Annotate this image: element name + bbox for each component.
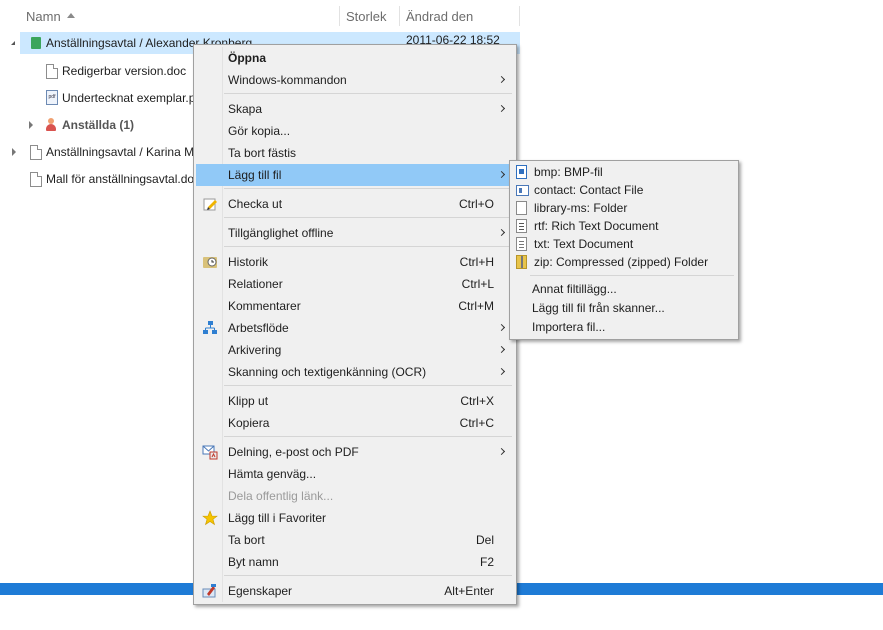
menu-item-offline[interactable]: Tillgänglighet offline xyxy=(196,222,514,244)
chevron-right-icon xyxy=(497,367,506,376)
expand-icon[interactable] xyxy=(29,121,33,129)
submenu-item-other-extension[interactable]: Annat filtillägg... xyxy=(512,280,736,298)
column-name-label: Namn xyxy=(26,9,61,24)
sort-ascending-icon xyxy=(66,13,75,19)
menu-item-checkout[interactable]: Checka ut Ctrl+O xyxy=(196,193,514,215)
menu-separator xyxy=(224,188,512,189)
submenu-item-txt[interactable]: txt: Text Document xyxy=(512,235,736,253)
submenu-item-rtf[interactable]: rtf: Rich Text Document xyxy=(512,217,736,235)
menu-item-copy[interactable]: Kopiera Ctrl+C xyxy=(196,412,514,434)
contact-card-icon xyxy=(516,185,529,196)
menu-separator xyxy=(224,575,512,576)
document-icon xyxy=(30,145,42,160)
menu-item-cut[interactable]: Klipp ut Ctrl+X xyxy=(196,390,514,412)
column-divider[interactable] xyxy=(519,6,520,26)
menu-item-delete[interactable]: Ta bort Del xyxy=(196,529,514,551)
menu-item-add-file[interactable]: Lägg till fil xyxy=(196,164,514,186)
add-file-submenu: bmp: BMP-fil contact: Contact File libra… xyxy=(509,160,739,340)
submenu-item-import-file[interactable]: Importera fil... xyxy=(512,318,736,336)
column-modified-label: Ändrad den xyxy=(406,9,474,24)
menu-item-scan-ocr[interactable]: Skanning och textigenkänning (OCR) xyxy=(196,361,514,383)
submenu-item-zip[interactable]: zip: Compressed (zipped) Folder xyxy=(512,253,736,271)
workflow-icon xyxy=(203,321,217,334)
menu-separator xyxy=(224,246,512,247)
properties-icon xyxy=(202,584,216,598)
row-name: Undertecknat exemplar.pdf xyxy=(62,91,206,105)
star-icon xyxy=(202,510,218,526)
context-menu: Öppna Windows-kommandon Skapa Gör kopia.… xyxy=(193,44,517,605)
column-divider[interactable] xyxy=(399,6,400,26)
menu-item-make-copy[interactable]: Gör kopia... xyxy=(196,120,514,142)
menu-item-add-favorites[interactable]: Lägg till i Favoriter xyxy=(196,507,514,529)
chevron-right-icon xyxy=(497,170,506,179)
row-name: Anställda (1) xyxy=(62,118,135,132)
submenu-item-add-from-scanner[interactable]: Lägg till fil från skanner... xyxy=(512,299,736,317)
chevron-right-icon xyxy=(497,447,506,456)
email-pdf-icon xyxy=(202,445,218,460)
document-folder-icon xyxy=(31,37,41,49)
menu-separator xyxy=(224,436,512,437)
menu-item-remove-pin[interactable]: Ta bort fästis xyxy=(196,142,514,164)
row-name: Mall för anställningsavtal.doc xyxy=(46,172,201,186)
column-size-label: Storlek xyxy=(346,9,387,24)
chevron-right-icon xyxy=(497,75,506,84)
text-document-icon xyxy=(516,237,527,251)
menu-item-open[interactable]: Öppna xyxy=(196,47,514,69)
column-name[interactable]: Namn xyxy=(26,0,75,33)
submenu-item-library[interactable]: library-ms: Folder xyxy=(512,199,736,217)
chevron-right-icon xyxy=(497,323,506,332)
collapse-icon[interactable] xyxy=(11,41,15,45)
chevron-right-icon xyxy=(497,228,506,237)
library-file-icon xyxy=(516,201,527,215)
menu-item-relations[interactable]: Relationer Ctrl+L xyxy=(196,273,514,295)
row-name: Redigerbar version.doc xyxy=(62,64,187,78)
menu-item-comments[interactable]: Kommentarer Ctrl+M xyxy=(196,295,514,317)
chevron-right-icon xyxy=(497,345,506,354)
menu-separator xyxy=(224,385,512,386)
pencil-icon xyxy=(203,198,217,211)
menu-item-windows-commands[interactable]: Windows-kommandon xyxy=(196,69,514,91)
submenu-item-bmp[interactable]: bmp: BMP-fil xyxy=(512,163,736,181)
menu-item-share[interactable]: Delning, e-post och PDF xyxy=(196,441,514,463)
pdf-icon: pdf xyxy=(46,90,58,105)
expand-icon[interactable] xyxy=(12,148,16,156)
document-icon xyxy=(30,172,42,187)
document-icon xyxy=(46,64,58,79)
menu-item-get-shortcut[interactable]: Hämta genväg... xyxy=(196,463,514,485)
submenu-item-contact[interactable]: contact: Contact File xyxy=(512,181,736,199)
column-size[interactable]: Storlek xyxy=(346,0,386,33)
menu-item-share-public-link[interactable]: Dela offentlig länk... xyxy=(196,485,514,507)
menu-separator xyxy=(224,217,512,218)
rtf-document-icon xyxy=(516,219,527,233)
column-divider[interactable] xyxy=(339,6,340,26)
person-icon xyxy=(45,118,57,131)
history-clock-icon xyxy=(203,257,217,268)
menu-separator xyxy=(224,93,512,94)
menu-separator xyxy=(530,275,734,276)
chevron-right-icon xyxy=(497,104,506,113)
menu-item-create[interactable]: Skapa xyxy=(196,98,514,120)
zip-folder-icon xyxy=(516,255,527,269)
bmp-file-icon xyxy=(516,165,527,179)
menu-item-archiving[interactable]: Arkivering xyxy=(196,339,514,361)
menu-item-workflow[interactable]: Arbetsflöde xyxy=(196,317,514,339)
menu-item-rename[interactable]: Byt namn F2 xyxy=(196,551,514,573)
menu-item-properties[interactable]: Egenskaper Alt+Enter xyxy=(196,580,514,602)
menu-item-history[interactable]: Historik Ctrl+H xyxy=(196,251,514,273)
